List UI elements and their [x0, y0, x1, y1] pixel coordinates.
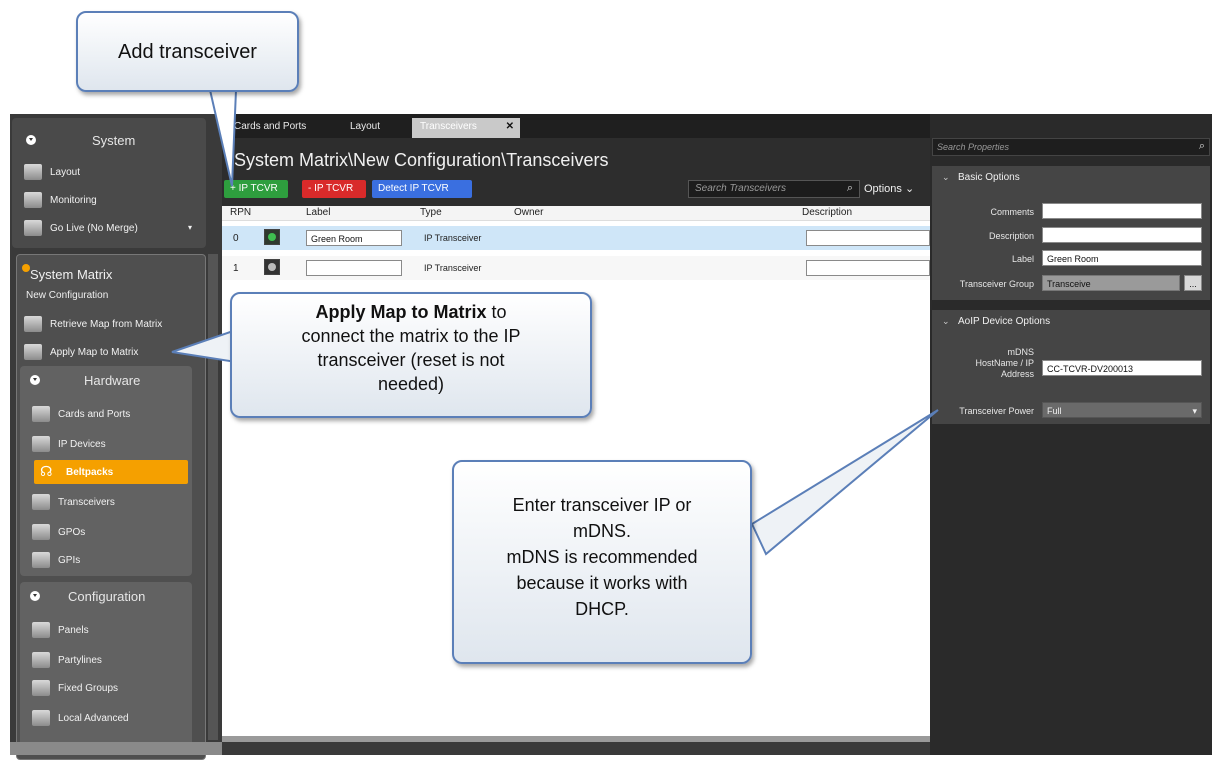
callout-emphasis: Apply Map to Matrix	[315, 302, 487, 322]
apply-map-callout: Apply Map to Matrix to connect the matri…	[230, 292, 592, 418]
add-transceiver-callout: Add transceiver	[76, 11, 299, 92]
enter-callout-pointer	[750, 409, 939, 556]
callout-text: Enter transceiver IP or	[512, 495, 692, 515]
callout-text: to	[486, 302, 507, 322]
callout-text: needed)	[377, 374, 445, 394]
callout-text: because it works with	[516, 573, 688, 593]
callout-text: mDNS.	[573, 521, 631, 541]
callout-text: mDNS is recommended	[506, 547, 698, 567]
callout-text: DHCP.	[575, 599, 629, 619]
apply-callout-pointer	[171, 328, 237, 364]
callout-text: connect the matrix to the IP	[301, 326, 521, 346]
add-callout-pointer	[208, 89, 238, 187]
enter-ip-callout: Enter transceiver IP or mDNS. mDNS is re…	[452, 460, 752, 664]
callout-text: transceiver (reset is not	[317, 350, 505, 370]
